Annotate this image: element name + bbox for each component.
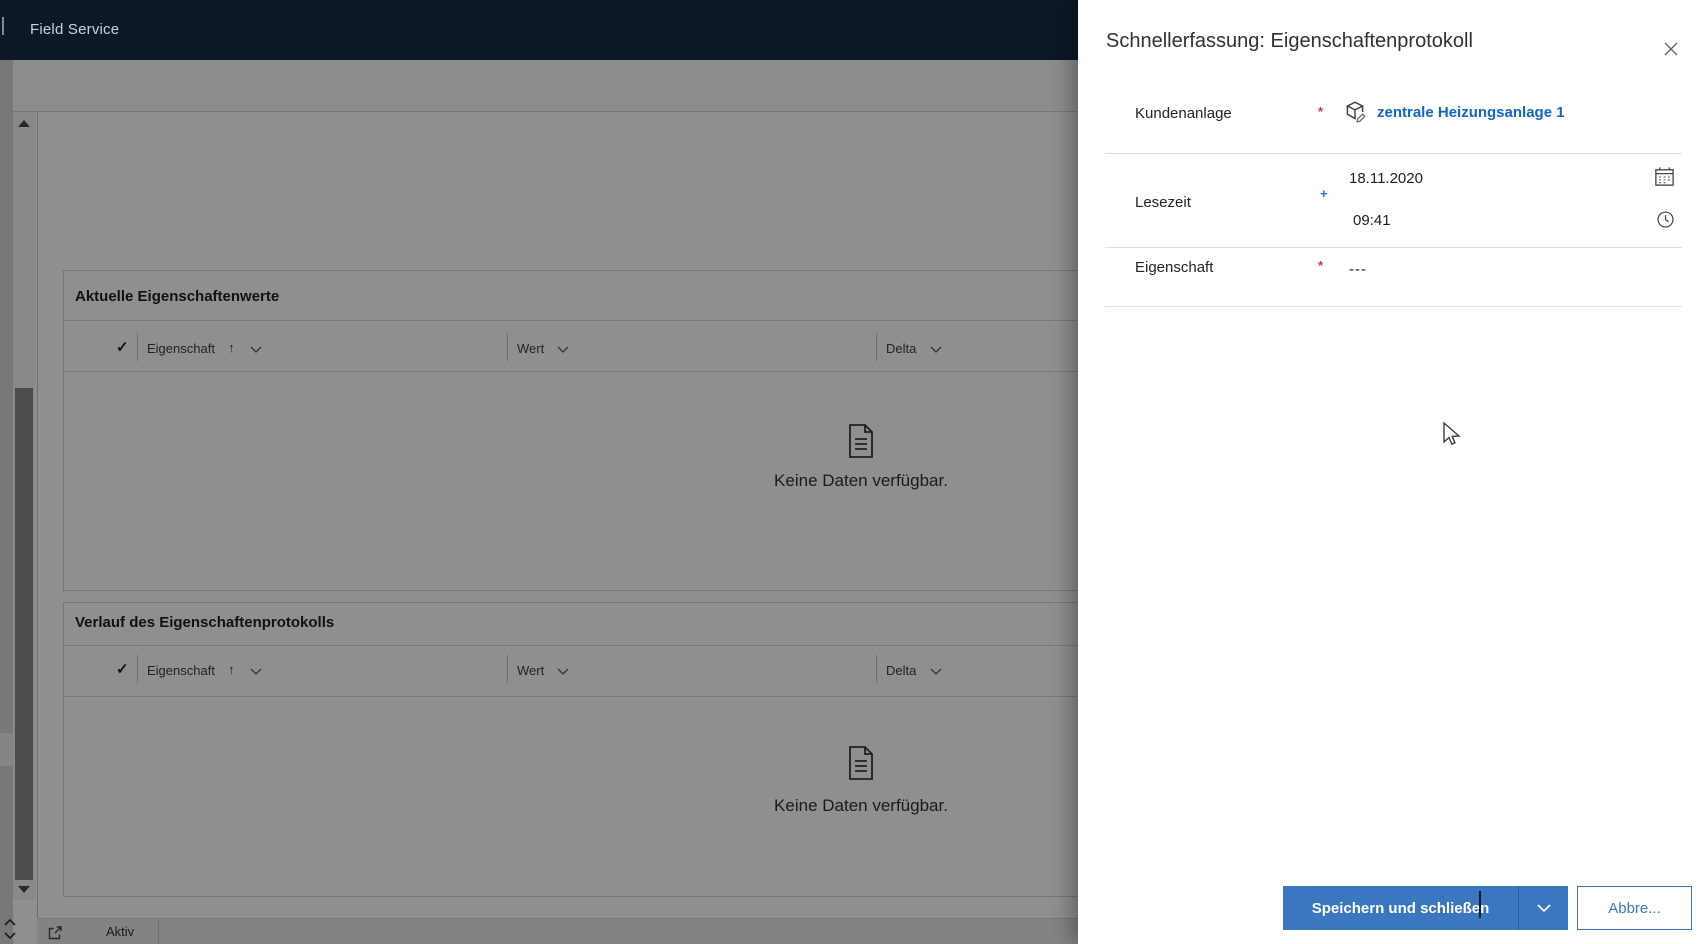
modal-dim-overlay [0,60,1078,944]
time-field-value[interactable]: 09:41 [1353,212,1391,229]
quick-create-panel: Schnellerfassung: Eigenschaftenprotokoll… [1078,0,1700,944]
customer-asset-cube-icon [1345,101,1366,123]
required-marker: * [1318,258,1324,273]
save-and-close-primary-button[interactable]: Speichern und schließen [1283,886,1518,930]
field-label-lesezeit: Lesezeit [1135,194,1191,211]
date-field-value[interactable]: 18.11.2020 [1349,170,1423,187]
cancel-button-label: Abbre... [1608,899,1661,917]
recommended-marker: + [1320,186,1328,201]
close-icon [1664,42,1678,56]
lookup-value-link[interactable]: zentrale Heizungsanlage 1 [1377,104,1565,121]
clock-icon[interactable] [1655,209,1676,230]
mouse-cursor [1443,421,1461,446]
app-title: Field Service [30,21,120,38]
lookup-empty-value[interactable]: --- [1349,261,1367,278]
quick-create-title: Schnellerfassung: Eigenschaftenprotokoll [1106,30,1473,52]
chevron-down-icon [1536,904,1551,913]
field-divider [1105,153,1682,154]
field-label-eigenschaft: Eigenschaft [1135,259,1214,276]
field-label-kundenanlage: Kundenanlage [1135,105,1232,122]
close-button[interactable] [1656,34,1686,64]
nav-divider [2,17,4,35]
cancel-button[interactable]: Abbre... [1577,886,1692,930]
app-screen: Field Service Speichern Speichern und sc… [0,0,1700,944]
field-divider [1105,306,1682,307]
calendar-icon[interactable] [1653,165,1676,188]
save-options-dropdown-button[interactable] [1518,886,1568,930]
primary-button-label: Speichern und schließen [1311,899,1490,917]
text-cursor [1479,891,1481,918]
required-marker: * [1318,104,1324,119]
field-divider [1105,247,1682,248]
